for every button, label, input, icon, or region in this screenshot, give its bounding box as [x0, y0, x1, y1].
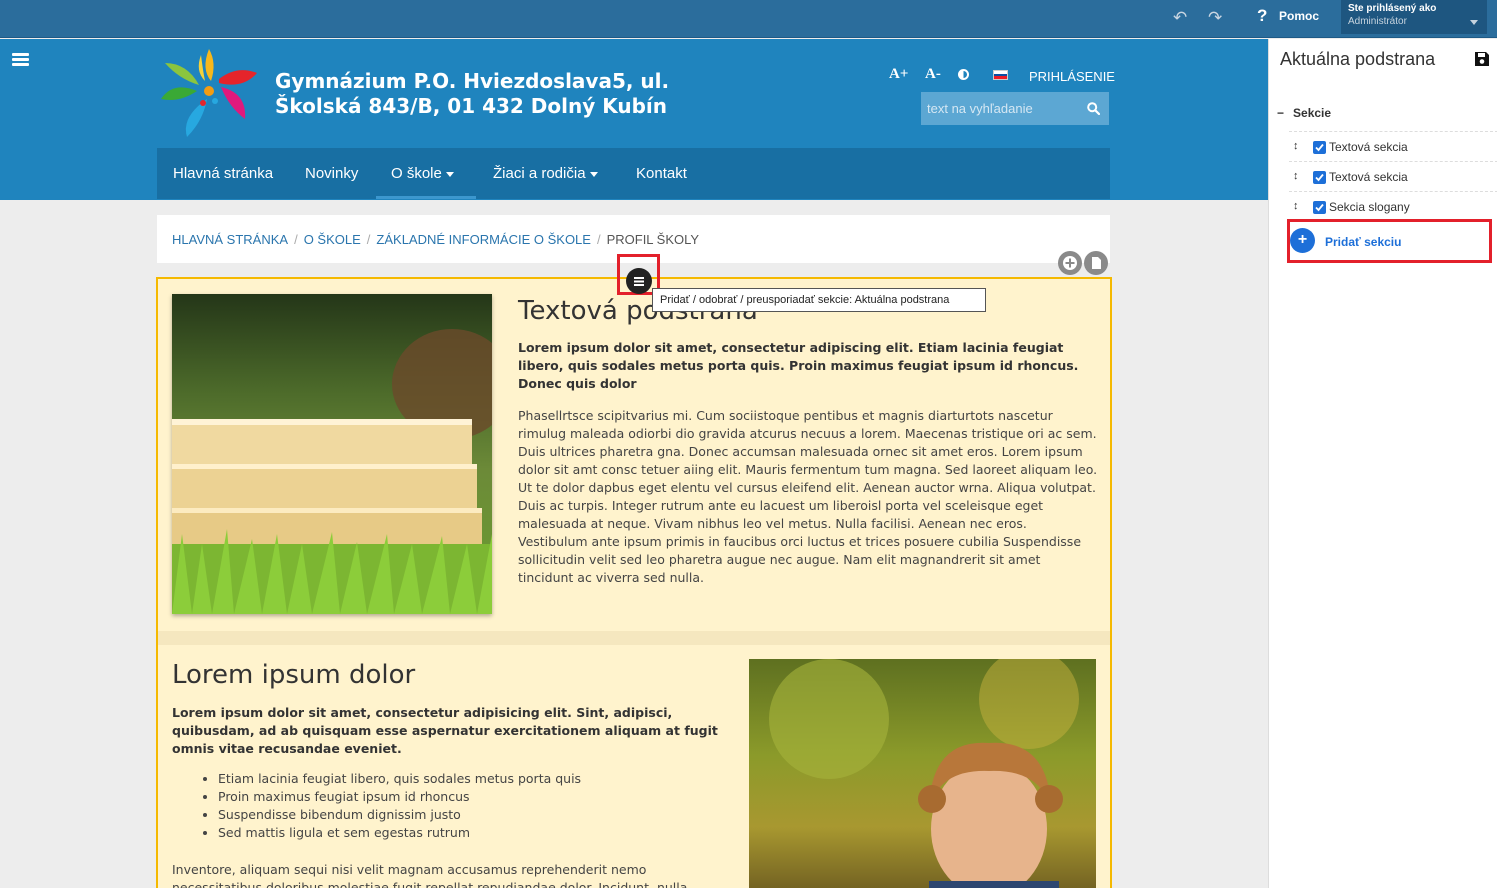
login-link[interactable]: PRIHLÁSENIE — [1029, 69, 1115, 84]
page-content-sections: Textová podstrana Lorem ipsum dolor sit … — [156, 277, 1112, 888]
girl-reading-image — [749, 659, 1096, 888]
section-checkbox[interactable] — [1313, 201, 1326, 214]
section-row[interactable]: ↕ Sekcia slogany — [1289, 191, 1497, 221]
main-navigation: Hlavná stránka Novinky O škole Žiaci a r… — [157, 148, 1110, 199]
chevron-down-icon — [1470, 20, 1478, 25]
nav-item-students-parents[interactable]: Žiaci a rodičia — [493, 148, 598, 199]
section-row[interactable]: ↕ Textová sekcia — [1289, 161, 1497, 191]
add-block-button[interactable] — [1058, 251, 1082, 275]
user-menu[interactable]: Ste prihlásený ako Administrátor — [1341, 0, 1487, 34]
site-header: Gymnázium P.O. Hviezdoslava5, ul. Školsk… — [0, 39, 1268, 200]
search-icon[interactable] — [1087, 102, 1100, 115]
sections-tooltip: Pridať / odobrať / preusporiadať sekcie:… — [652, 288, 986, 312]
nav-item-about-school[interactable]: O škole — [376, 148, 476, 199]
plus-icon — [1063, 256, 1077, 270]
breadcrumb-home[interactable]: HLAVNÁ STRÁNKA — [172, 232, 288, 247]
sections-group-header[interactable]: − Sekcie — [1277, 106, 1331, 120]
contrast-icon[interactable] — [958, 69, 969, 80]
nav-item-label: Hlavná stránka — [173, 165, 274, 182]
site-title[interactable]: Gymnázium P.O. Hviezdoslava5, ul. Školsk… — [275, 69, 695, 119]
font-decrease-button[interactable]: A- — [925, 66, 941, 83]
section2-lead: Lorem ipsum dolor sit amet, consectetur … — [172, 705, 718, 756]
section1-lead: Lorem ipsum dolor sit amet, consectetur … — [518, 340, 1079, 391]
page-settings-button[interactable] — [1084, 251, 1108, 275]
sections-header-label: Sekcie — [1293, 106, 1332, 120]
font-increase-button[interactable]: A+ — [889, 66, 908, 83]
site-title-line1: Gymnázium P.O. Hviezdoslava5, ul. — [275, 69, 670, 93]
panel-title: Aktuálna podstrana — [1280, 49, 1436, 69]
help-icon[interactable]: ? — [1257, 6, 1267, 26]
add-section-icon[interactable]: + — [1290, 228, 1315, 253]
section-checkbox[interactable] — [1313, 141, 1326, 154]
books-image — [172, 294, 492, 614]
caret-down-icon — [589, 171, 598, 177]
nav-item-label: Kontakt — [636, 165, 687, 182]
list-item: Etiam lacinia feugiat libero, quis sodal… — [218, 770, 581, 788]
slovak-flag-icon[interactable] — [993, 70, 1008, 80]
breadcrumb-basic-info[interactable]: ZÁKLADNÉ INFORMÁCIE O ŠKOLE — [376, 232, 591, 247]
breadcrumb-current: PROFIL ŠKOLY — [606, 232, 700, 247]
user-role: Administrátor — [1348, 16, 1407, 27]
section-checkbox[interactable] — [1313, 171, 1326, 184]
nav-item-news[interactable]: Novinky — [305, 148, 358, 199]
undo-icon[interactable]: ↶ — [1173, 8, 1187, 28]
drag-handle-icon[interactable]: ↕ — [1293, 200, 1299, 212]
school-logo[interactable] — [157, 41, 262, 146]
drag-handle-icon[interactable]: ↕ — [1293, 140, 1299, 152]
nav-item-contact[interactable]: Kontakt — [636, 148, 687, 199]
section-label: Textová sekcia — [1329, 140, 1408, 154]
section-label: Textová sekcia — [1329, 170, 1408, 184]
section2-title: Lorem ipsum dolor — [172, 660, 416, 690]
section-separator — [158, 631, 1110, 645]
help-link[interactable]: Pomoc — [1279, 9, 1319, 23]
nav-item-home[interactable]: Hlavná stránka — [173, 148, 273, 199]
caret-down-icon — [445, 171, 454, 177]
page-icon — [1092, 257, 1101, 269]
section2-list: Etiam lacinia feugiat libero, quis sodal… — [218, 770, 581, 842]
sections-menu-button[interactable] — [626, 268, 652, 294]
section1-body: Phasellrtsce scipitvarius mi. Cum sociis… — [518, 408, 1098, 585]
menu-lines-icon — [634, 277, 644, 286]
drag-handle-icon[interactable]: ↕ — [1293, 170, 1299, 182]
collapse-icon: − — [1277, 106, 1285, 120]
admin-toolbar: ↶ ↷ ? Pomoc Ste prihlásený ako Administr… — [0, 0, 1497, 38]
search-input[interactable] — [921, 92, 1081, 125]
save-icon[interactable] — [1474, 51, 1490, 67]
add-section-button[interactable]: Pridať sekciu — [1325, 235, 1401, 249]
nav-item-label: Novinky — [305, 165, 359, 182]
hamburger-menu-icon[interactable] — [12, 53, 29, 67]
site-title-line2: Školská 843/B, 01 432 Dolný Kubín — [275, 94, 668, 118]
search-box — [921, 92, 1109, 125]
redo-icon[interactable]: ↷ — [1208, 8, 1222, 28]
breadcrumb-about[interactable]: O ŠKOLE — [304, 232, 361, 247]
nav-item-label: Žiaci a rodičia — [493, 165, 586, 182]
section-row[interactable]: ↕ Textová sekcia — [1289, 131, 1497, 161]
section2-body: Inventore, aliquam sequi nisi velit magn… — [172, 862, 692, 888]
section-label: Sekcia slogany — [1329, 200, 1410, 214]
sections-panel: Aktuálna podstrana − Sekcie ↕ Textová sek… — [1268, 39, 1497, 888]
nav-item-label: O škole — [391, 165, 442, 182]
list-item: Suspendisse bibendum dignissim justo — [218, 806, 581, 824]
list-item: Sed mattis ligula et sem egestas rutrum — [218, 824, 581, 842]
list-item: Proin maximus feugiat ipsum id rhoncus — [218, 788, 581, 806]
user-menu-caption: Ste prihlásený ako — [1348, 3, 1437, 14]
